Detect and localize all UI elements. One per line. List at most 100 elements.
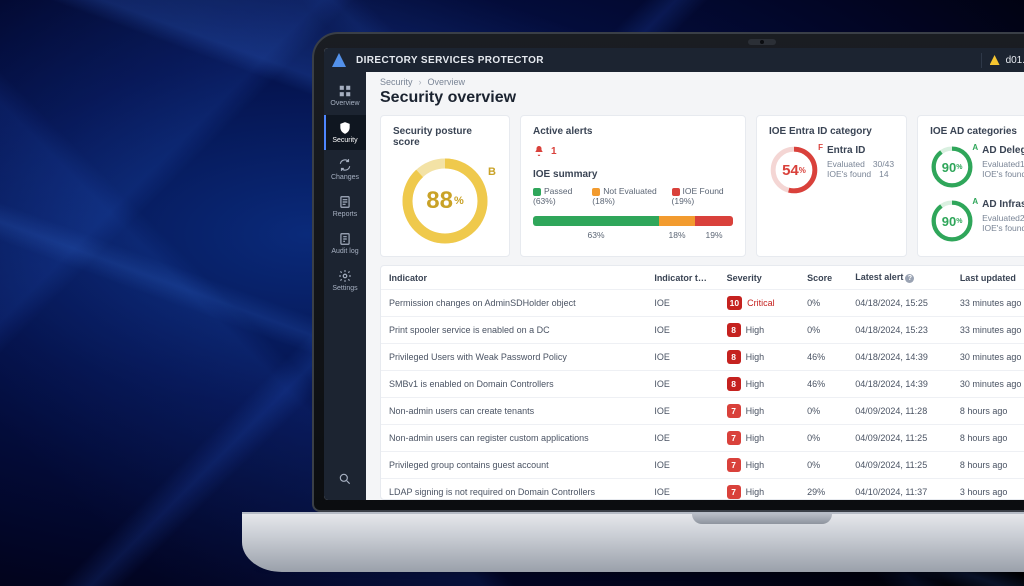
sidebar-item-settings[interactable]: Settings	[324, 263, 366, 298]
cell-indicator: Permission changes on AdminSDHolder obje…	[381, 290, 646, 317]
card-title: Security posture score	[393, 126, 497, 148]
summary-cards: Security posture score 88%	[366, 115, 1024, 265]
cell-score: 46%	[799, 344, 847, 371]
table-row[interactable]: Print spooler service is enabled on a DC…	[381, 317, 1024, 344]
sidebar-item-security[interactable]: Security	[324, 115, 366, 150]
sidebar-item-changes[interactable]: Changes	[324, 152, 366, 187]
table-row[interactable]: Privileged group contains guest accountI…	[381, 452, 1024, 479]
entra-grade: F	[818, 143, 823, 152]
alerts-summary-card: Active alerts 1 IOE summary Passed (63%)…	[520, 115, 746, 257]
percent-sign: %	[799, 166, 806, 175]
entra-card: IOE Entra ID category 54% F	[756, 115, 907, 257]
legend-item: Not Evaluated (18%)	[592, 186, 663, 206]
donut-chart: 90%A	[930, 145, 974, 189]
cell-updated: 8 hours ago	[952, 398, 1024, 425]
laptop-screen: DIRECTORY SERVICES PROTECTOR d01.lab Sem…	[324, 48, 1024, 500]
cat-meta: AD Infrastructure SecurityEvaluated28/31…	[982, 199, 1024, 233]
cell-indicator: Non-admin users can create tenants	[381, 398, 646, 425]
sidebar-item-label: Overview	[330, 100, 359, 107]
cell-updated: 30 minutes ago	[952, 344, 1024, 371]
laptop-camera	[748, 39, 776, 45]
entra-meta: Entra ID Evaluated30/43 IOE's found14	[827, 145, 894, 179]
value: 30/43	[873, 159, 894, 169]
cell-latest: 04/10/2024, 11:37	[847, 479, 952, 501]
table-row[interactable]: Non-admin users can create tenantsIOE7Hi…	[381, 398, 1024, 425]
cell-severity: 10Critical	[719, 290, 799, 317]
app-root: DIRECTORY SERVICES PROTECTOR d01.lab Sem…	[324, 48, 1024, 500]
sidebar-item-reports[interactable]: Reports	[324, 189, 366, 224]
cell-updated: 30 minutes ago	[952, 371, 1024, 398]
breadcrumb-root[interactable]: Security	[380, 77, 413, 87]
table-row[interactable]: LDAP signing is not required on Domain C…	[381, 479, 1024, 501]
brand-logo-icon	[332, 53, 346, 67]
col-header[interactable]: Indicator type	[646, 266, 718, 290]
entra-value: 54%	[769, 145, 819, 195]
cell-updated: 8 hours ago	[952, 452, 1024, 479]
product-name: DIRECTORY SERVICES PROTECTOR	[356, 55, 544, 66]
cell-updated: 33 minutes ago	[952, 317, 1024, 344]
cell-updated: 33 minutes ago	[952, 290, 1024, 317]
cell-updated: 8 hours ago	[952, 425, 1024, 452]
cat-name: AD Delegation	[982, 145, 1024, 156]
cat-value: 90%	[930, 199, 974, 243]
sidebar-search-button[interactable]	[324, 466, 366, 492]
cell-score: 0%	[799, 425, 847, 452]
entra-number: 54	[782, 162, 799, 179]
ad-categories-card: IOE AD categories 90%AAD DelegationEvalu…	[917, 115, 1024, 257]
help-icon[interactable]: ?	[905, 274, 914, 283]
laptop-frame: DIRECTORY SERVICES PROTECTOR d01.lab Sem…	[312, 32, 1024, 572]
bar-label: 19%	[695, 230, 733, 240]
cat-name: AD Infrastructure Security	[982, 199, 1024, 210]
card-title: Active alerts	[533, 126, 733, 137]
cell-type: IOE	[646, 398, 718, 425]
domain-pill[interactable]: d01.lab	[981, 53, 1024, 68]
ad-category[interactable]: 90%AAD DelegationEvaluated18/20IOE's fou…	[930, 145, 1024, 189]
search-icon	[338, 472, 352, 486]
sidebar-item-auditlog[interactable]: Audit log	[324, 226, 366, 261]
cell-severity: 7High	[719, 425, 799, 452]
entra-name: Entra ID	[827, 145, 894, 156]
ioe-stacked-bar	[533, 216, 733, 226]
col-header[interactable]: Severity	[719, 266, 799, 290]
cell-score: 0%	[799, 317, 847, 344]
table-row[interactable]: Permission changes on AdminSDHolder obje…	[381, 290, 1024, 317]
indicators-table: IndicatorIndicator typeSeverityScoreLate…	[380, 265, 1024, 500]
table-header-row: IndicatorIndicator typeSeverityScoreLate…	[381, 266, 1024, 290]
sidebar-item-label: Reports	[333, 211, 358, 218]
sidebar-item-overview[interactable]: Overview	[324, 78, 366, 113]
legend-item: Passed (63%)	[533, 186, 584, 206]
cell-severity: 7High	[719, 479, 799, 501]
cell-type: IOE	[646, 344, 718, 371]
ad-category[interactable]: 90%AAD Infrastructure SecurityEvaluated2…	[930, 199, 1024, 243]
cell-latest: 04/18/2024, 14:39	[847, 371, 952, 398]
breadcrumb: Security › Overview	[366, 72, 1024, 87]
sidebar-item-label: Security	[332, 137, 357, 144]
laptop-notch	[692, 514, 832, 524]
app-body: OverviewSecurityChangesReportsAudit logS…	[324, 72, 1024, 500]
cell-score: 46%	[799, 371, 847, 398]
posture-value: 88%	[400, 156, 490, 246]
col-header[interactable]: Indicator	[381, 266, 646, 290]
table-row[interactable]: Privileged Users with Weak Password Poli…	[381, 344, 1024, 371]
sidebar-item-label: Changes	[331, 174, 359, 181]
cat-meta: AD DelegationEvaluated18/20IOE's found3	[982, 145, 1024, 179]
posture-donut: 88% B	[400, 156, 490, 246]
col-header[interactable]: Latest alert?	[847, 266, 952, 290]
cell-latest: 04/18/2024, 15:23	[847, 317, 952, 344]
chevron-right-icon: ›	[419, 77, 422, 87]
cell-type: IOE	[646, 425, 718, 452]
domain-icon	[990, 55, 1000, 65]
col-header[interactable]: Last updated	[952, 266, 1024, 290]
col-header[interactable]: Score	[799, 266, 847, 290]
card-title: IOE AD categories	[930, 126, 1024, 137]
table-row[interactable]: SMBv1 is enabled on Domain ControllersIO…	[381, 371, 1024, 398]
table-row[interactable]: Non-admin users can register custom appl…	[381, 425, 1024, 452]
cell-score: 29%	[799, 479, 847, 501]
cell-indicator: Privileged Users with Weak Password Poli…	[381, 344, 646, 371]
main: Security › Overview Security overview Se…	[366, 72, 1024, 500]
domain-label: d01.lab	[1006, 55, 1024, 66]
legend-item: IOE Found (19%)	[672, 186, 733, 206]
cell-score: 0%	[799, 290, 847, 317]
bar-segment	[695, 216, 733, 226]
active-alerts-row[interactable]: 1	[533, 145, 733, 157]
